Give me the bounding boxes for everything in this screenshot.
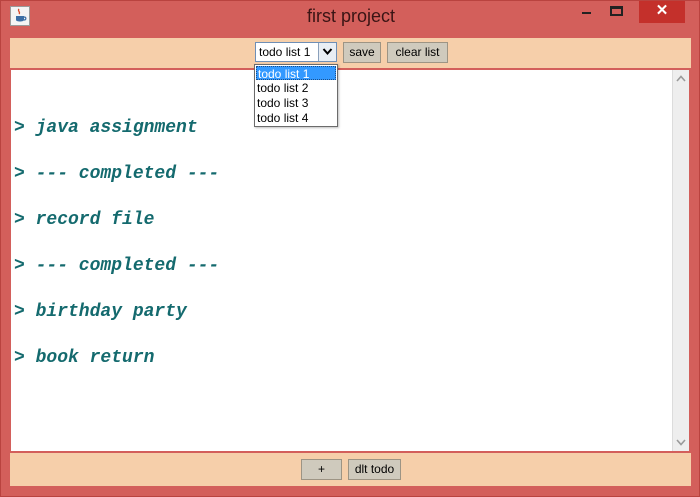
todo-list-dropdown: todo list 1 todo list 2 todo list 3 todo… <box>254 64 338 127</box>
vertical-scrollbar[interactable] <box>672 70 689 451</box>
scroll-down-icon[interactable] <box>676 439 686 446</box>
close-icon: ✕ <box>655 2 669 19</box>
maximize-button[interactable] <box>601 1 633 23</box>
minimize-icon <box>582 12 591 14</box>
todo-item[interactable]: > --- completed --- <box>14 256 219 276</box>
close-button[interactable]: ✕ <box>639 1 685 23</box>
clear-list-button[interactable]: clear list <box>387 42 448 63</box>
dropdown-option-todo-list-2[interactable]: todo list 2 <box>256 81 336 95</box>
todo-item[interactable]: > --- completed --- <box>14 164 219 184</box>
chevron-down-icon[interactable] <box>318 43 336 61</box>
todo-list-select[interactable]: todo list 1 <box>255 42 337 62</box>
todo-item[interactable]: > book return <box>14 348 154 368</box>
todo-list-area[interactable]: > java assignment > --- completed --- > … <box>11 70 672 451</box>
bottom-toolbar: + dlt todo <box>10 453 691 486</box>
add-todo-button[interactable]: + <box>301 459 342 480</box>
app-window: first project ✕ todo list 1 save clear l… <box>0 0 700 497</box>
dropdown-option-todo-list-1[interactable]: todo list 1 <box>256 66 336 81</box>
dropdown-option-todo-list-4[interactable]: todo list 4 <box>256 111 336 125</box>
delete-todo-button[interactable]: dlt todo <box>348 459 401 480</box>
todo-item[interactable]: > birthday party <box>14 302 187 322</box>
minimize-button[interactable] <box>575 1 597 23</box>
scroll-up-icon[interactable] <box>676 75 686 82</box>
top-toolbar: todo list 1 save clear list <box>10 38 691 68</box>
todo-list-select-value: todo list 1 <box>259 45 311 59</box>
maximize-icon <box>610 6 623 16</box>
todo-item[interactable]: > record file <box>14 210 154 230</box>
save-button[interactable]: save <box>343 42 381 63</box>
todo-item[interactable]: > java assignment <box>14 118 198 138</box>
title-bar[interactable]: first project ✕ <box>1 1 700 34</box>
dropdown-option-todo-list-3[interactable]: todo list 3 <box>256 96 336 110</box>
